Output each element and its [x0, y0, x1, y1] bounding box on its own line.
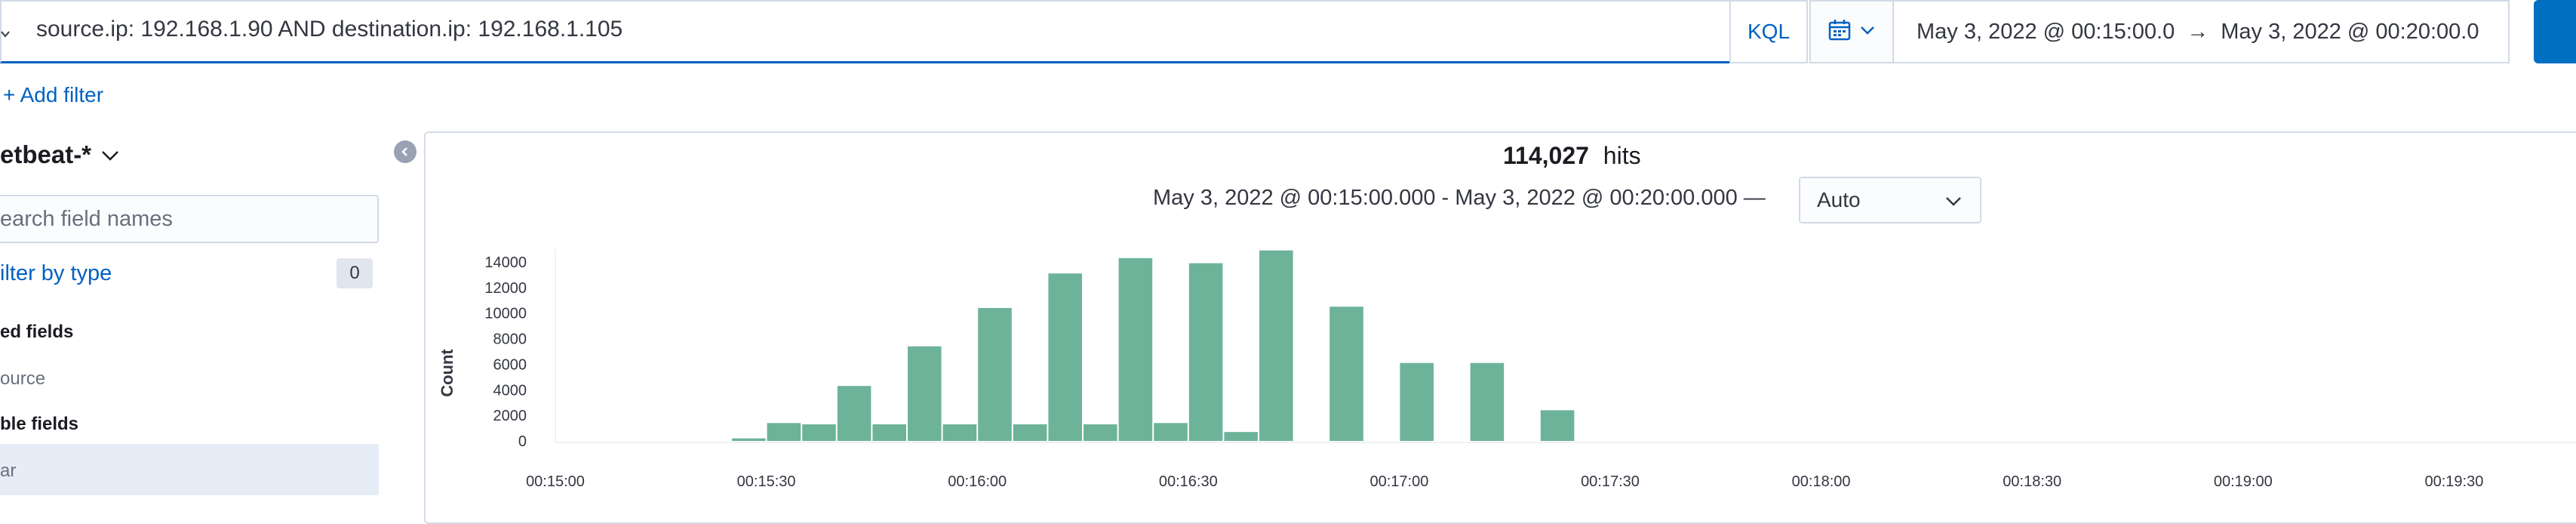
histogram-bar[interactable]: [908, 346, 942, 441]
histogram-bar[interactable]: [1154, 423, 1188, 441]
y-tick-label: 10000: [484, 306, 527, 322]
x-tick-label: 00:19:00: [2214, 473, 2273, 490]
histogram-bar[interactable]: [732, 438, 766, 441]
x-tick-label: 00:18:00: [1792, 473, 1851, 490]
histogram-bar[interactable]: [1084, 424, 1117, 441]
y-tick-label: 12000: [484, 280, 527, 297]
histogram-bar[interactable]: [1470, 362, 1505, 441]
y-tick-label: 8000: [493, 331, 527, 348]
histogram-bar[interactable]: [1259, 250, 1293, 441]
histogram-bar[interactable]: [1540, 410, 1575, 441]
y-tick-label: 2000: [493, 408, 527, 424]
bar-series: [732, 250, 1575, 441]
y-tick-label: 4000: [493, 382, 527, 399]
x-tick-label: 00:17:00: [1369, 473, 1428, 490]
histogram-chart[interactable]: Count 0 2000 4000 6000 8000 10000 12000 14000 0…: [0, 0, 2576, 495]
histogram-bar[interactable]: [1118, 257, 1153, 441]
histogram-bar[interactable]: [942, 424, 977, 441]
x-tick-label: 00:16:30: [1159, 473, 1218, 490]
y-tick-label: 14000: [484, 254, 527, 271]
histogram-bar[interactable]: [802, 424, 836, 441]
histogram-bar[interactable]: [1224, 432, 1258, 441]
histogram-bar[interactable]: [767, 423, 801, 441]
histogram-bar[interactable]: [837, 386, 871, 441]
histogram-bar[interactable]: [1329, 307, 1363, 441]
y-tick-label: 0: [518, 433, 527, 450]
x-tick-label: 00:16:00: [948, 473, 1007, 490]
histogram-bar[interactable]: [1400, 362, 1434, 441]
histogram-bar[interactable]: [1048, 273, 1082, 441]
x-tick-label: 00:18:30: [2003, 473, 2061, 490]
histogram-bar[interactable]: [978, 307, 1012, 441]
x-tick-label: 00:15:00: [526, 473, 585, 490]
histogram-bar[interactable]: [1013, 424, 1047, 441]
x-tick-label: 00:17:30: [1581, 473, 1640, 490]
histogram-bar[interactable]: [872, 424, 906, 441]
x-axis: 00:15:00 00:15:30 00:16:00 00:16:30 00:17:00…: [526, 442, 2576, 490]
x-tick-label: 00:15:30: [737, 473, 796, 490]
x-tick-label: 00:19:30: [2424, 473, 2483, 490]
y-axis-label: Count: [438, 349, 456, 397]
y-tick-label: 6000: [493, 356, 527, 373]
y-axis: 0 2000 4000 6000 8000 10000 12000 14000: [484, 249, 556, 450]
histogram-bar[interactable]: [1188, 263, 1223, 441]
